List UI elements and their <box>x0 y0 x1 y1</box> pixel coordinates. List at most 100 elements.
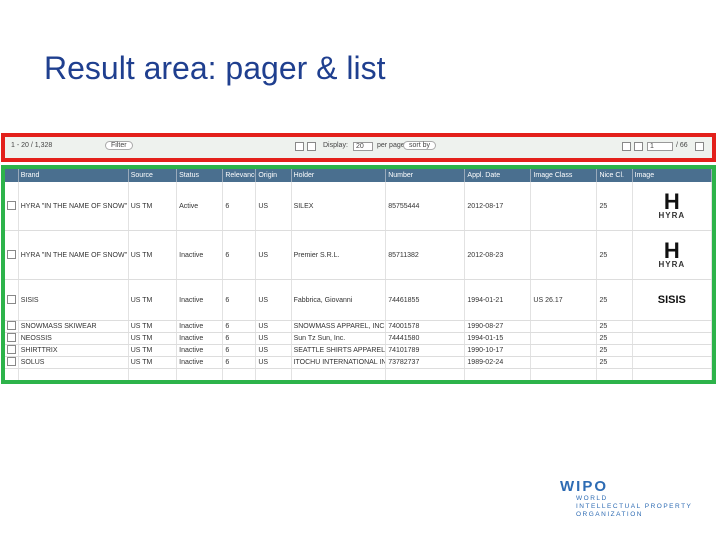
cell-origin: US <box>255 230 292 280</box>
cell-appl-date: 2012-08-23 <box>464 230 532 280</box>
hyra-mark-icon: H <box>663 237 680 263</box>
column-header[interactable]: Source <box>128 169 178 182</box>
cell-image <box>632 356 712 369</box>
trademark-logo-image[interactable]: H HYRA <box>650 235 694 275</box>
row-checkbox[interactable] <box>7 200 16 210</box>
column-header[interactable]: Brand <box>18 169 129 182</box>
column-header[interactable]: Number <box>385 169 466 182</box>
row-checkbox[interactable] <box>7 294 16 304</box>
display-label: Display: <box>323 142 348 149</box>
cell-status: Inactive <box>176 320 224 333</box>
first-page-icon[interactable] <box>622 142 631 151</box>
column-header[interactable]: Image <box>632 169 712 182</box>
cell-brand[interactable]: HYRA "IN THE NAME OF SNOW" <box>18 182 129 231</box>
cell-appl-date: 2012-08-17 <box>464 182 532 231</box>
trademark-logo-image[interactable]: SISIS <box>650 280 694 320</box>
cell-image <box>632 332 712 345</box>
cell-brand[interactable]: SUB ZERO <box>18 368 129 380</box>
cell-source: US TM <box>128 332 178 345</box>
table-row[interactable]: HYRA "IN THE NAME OF SNOW" US TM Active 6 US… <box>5 182 712 231</box>
cell-nice: 25 <box>596 368 633 380</box>
cell-holder: Fabbrica, Giovanni <box>291 279 387 321</box>
results-list: Brand Source Status Relevance Origin Holder Nu… <box>5 169 712 380</box>
cell-brand[interactable]: SOLUS <box>18 356 129 369</box>
sort-select[interactable]: sort by <box>403 141 437 150</box>
cell-holder: GLASTEC GROUP LTD <box>291 368 387 380</box>
table-row[interactable]: SHIRTTRIX US TM Inactive 6 US SEATTLE SHIRTS … <box>5 344 712 357</box>
cell-relevance: 6 <box>222 356 257 369</box>
row-checkbox[interactable] <box>7 345 16 354</box>
row-checkbox[interactable] <box>7 249 16 259</box>
cell-status: Inactive <box>176 344 224 357</box>
column-header[interactable]: Status <box>176 169 224 182</box>
column-header[interactable]: Relevance <box>222 169 257 182</box>
cell-holder: SILEX <box>291 182 387 231</box>
cell-nice: 25 <box>596 182 633 231</box>
trademark-logo-image[interactable]: H HYRA <box>650 186 694 226</box>
table-row[interactable]: NEOSSIS US TM Inactive 6 US Sun Tz Sun, Inc. 7… <box>5 332 712 345</box>
cell-appl-date: 1988-06-14 <box>464 368 532 380</box>
table-row[interactable]: SOLUS US TM Inactive 6 US ITOCHU INTERNATIONA… <box>5 356 712 369</box>
cell-origin: US <box>255 320 292 333</box>
cell-nice: 25 <box>596 279 633 321</box>
row-select-cell <box>5 344 19 357</box>
grid-view-icon[interactable] <box>307 142 316 151</box>
cell-brand[interactable]: NEOSSIS <box>18 332 129 345</box>
table-row[interactable]: SUB ZEROUS TMInactive6USGLASTEC GROUP LT… <box>5 368 712 380</box>
cell-origin: US <box>255 344 292 357</box>
cell-number: 85711382 <box>385 230 466 280</box>
next-page-icon[interactable] <box>695 142 704 151</box>
list-view-icon[interactable] <box>295 142 304 151</box>
cell-origin: US <box>255 356 292 369</box>
cell-number: 74101789 <box>385 344 466 357</box>
cell-image: SISIS <box>632 279 712 321</box>
prev-page-icon[interactable] <box>634 142 643 151</box>
wipo-line-org: ORGANIZATION <box>576 511 643 518</box>
cell-image-class <box>530 344 598 357</box>
per-page-select[interactable]: 20 <box>353 142 373 151</box>
logo-text: HYRA <box>658 259 686 269</box>
column-header[interactable]: Appl. Date <box>464 169 532 182</box>
cell-image: zero <box>632 368 712 380</box>
row-checkbox[interactable] <box>7 333 16 342</box>
cell-appl-date: 1994-01-15 <box>464 332 532 345</box>
cell-number: 74001578 <box>385 320 466 333</box>
wipo-line-world: WORLD <box>576 495 608 502</box>
trademark-logo-image[interactable]: zero <box>650 369 694 380</box>
cell-relevance: 6 <box>222 368 257 380</box>
row-checkbox[interactable] <box>7 357 16 366</box>
cell-image-class: US 03.09 US 26.11 <box>530 368 598 380</box>
cell-origin: US <box>255 368 292 380</box>
result-count: 1 - 20 / 1,328 <box>11 142 53 149</box>
cell-relevance: 6 <box>222 182 257 231</box>
cell-origin: US <box>255 279 292 321</box>
page-number-input[interactable]: 1 <box>647 142 673 151</box>
cell-brand[interactable]: SNOWMASS SKIWEAR <box>18 320 129 333</box>
cell-status: Active <box>176 182 224 231</box>
table-row[interactable]: SISIS US TM Inactive 6 US Fabbrica, Giovanni 7… <box>5 279 712 321</box>
cell-appl-date: 1990-08-27 <box>464 320 532 333</box>
cell-appl-date: 1994-01-21 <box>464 279 532 321</box>
column-header[interactable]: Image Class <box>530 169 598 182</box>
cell-brand[interactable]: HYRA "IN THE NAME OF SNOW" <box>18 230 129 280</box>
cell-brand[interactable]: SISIS <box>18 279 129 321</box>
cell-source: US TM <box>128 320 178 333</box>
table-row[interactable]: HYRA "IN THE NAME OF SNOW" US TM Inactive 6… <box>5 230 712 280</box>
cell-brand[interactable]: SHIRTTRIX <box>18 344 129 357</box>
cell-image-class <box>530 182 598 231</box>
row-checkbox[interactable] <box>7 321 16 330</box>
cell-holder: Premier S.R.L. <box>291 230 387 280</box>
table-row[interactable]: SNOWMASS SKIWEAR US TM Inactive 6 US SNOWMASS… <box>5 320 712 333</box>
row-select-cell <box>5 279 19 321</box>
cell-nice: 25 <box>596 230 633 280</box>
cell-number: 73734150 <box>385 368 466 380</box>
column-header[interactable]: Origin <box>255 169 292 182</box>
row-select-cell <box>5 356 19 369</box>
row-select-cell <box>5 320 19 333</box>
column-header[interactable]: Holder <box>291 169 387 182</box>
page-total: / 66 <box>676 142 688 149</box>
filter-button[interactable]: Filter <box>105 141 133 150</box>
column-header[interactable]: Nice Cl. <box>596 169 633 182</box>
cell-image <box>632 344 712 357</box>
results-table: Brand Source Status Relevance Origin Holder Nu… <box>5 169 712 380</box>
